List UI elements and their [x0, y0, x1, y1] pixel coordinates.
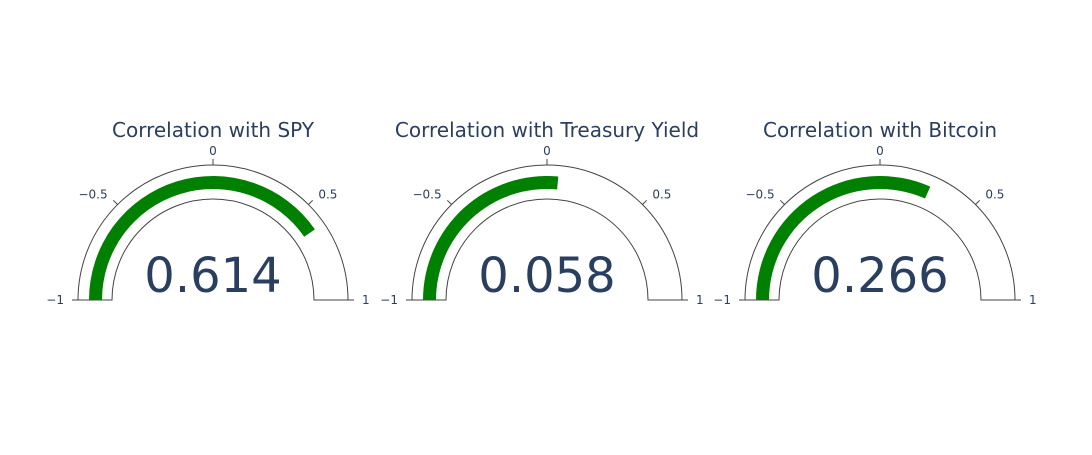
gauge-tick-label: −0.5	[412, 188, 441, 202]
gauge-spy: −1 −0.5 0 0.5 1 Correlation with SPY 0.614	[46, 118, 369, 307]
gauge-bitcoin: −1 −0.5 0 0.5 1 Correlation with Bitcoin 0.266	[713, 118, 1036, 307]
gauge-tick-label: 1	[1029, 293, 1037, 307]
gauge-title: Correlation with Treasury Yield	[395, 118, 699, 142]
gauge-tick-label: 1	[362, 293, 370, 307]
gauge-tick-label: 0	[209, 144, 217, 158]
gauge-chart-svg: −1 −0.5 0 0.5 1 Correlation with SPY 0.614 −1 −0…	[46, 118, 1036, 307]
gauge-title: Correlation with SPY	[112, 118, 315, 142]
gauge-tick	[779, 199, 785, 205]
gauge-tick-label: −0.5	[78, 188, 107, 202]
gauge-tick	[446, 199, 452, 205]
gauge-tick-label: 1	[696, 293, 704, 307]
gauge-tick-label: −1	[46, 293, 64, 307]
gauge-value-number: 0.266	[811, 248, 948, 304]
gauge-tick-label: −0.5	[745, 188, 774, 202]
gauge-tick	[975, 199, 981, 205]
gauge-tick-label: 0.5	[652, 188, 671, 202]
gauge-tick-label: −1	[380, 293, 398, 307]
gauge-tick-label: 0	[876, 144, 884, 158]
gauge-tick-label: 0.5	[318, 188, 337, 202]
gauge-tick-label: −1	[713, 293, 731, 307]
gauge-treasury-yield: −1 −0.5 0 0.5 1 Correlation with Treasury Yie…	[380, 118, 703, 307]
gauge-tick-label: 0.5	[985, 188, 1004, 202]
gauge-tick	[112, 199, 118, 205]
gauge-tick	[308, 199, 314, 205]
gauge-tick	[642, 199, 648, 205]
gauge-title: Correlation with Bitcoin	[763, 118, 997, 142]
gauge-chart: −1 −0.5 0 0.5 1 Correlation with SPY 0.614 −1 −0…	[0, 0, 1092, 450]
gauge-value-number: 0.614	[144, 248, 281, 304]
gauge-value-number: 0.058	[478, 248, 615, 304]
gauge-tick-label: 0	[543, 144, 551, 158]
